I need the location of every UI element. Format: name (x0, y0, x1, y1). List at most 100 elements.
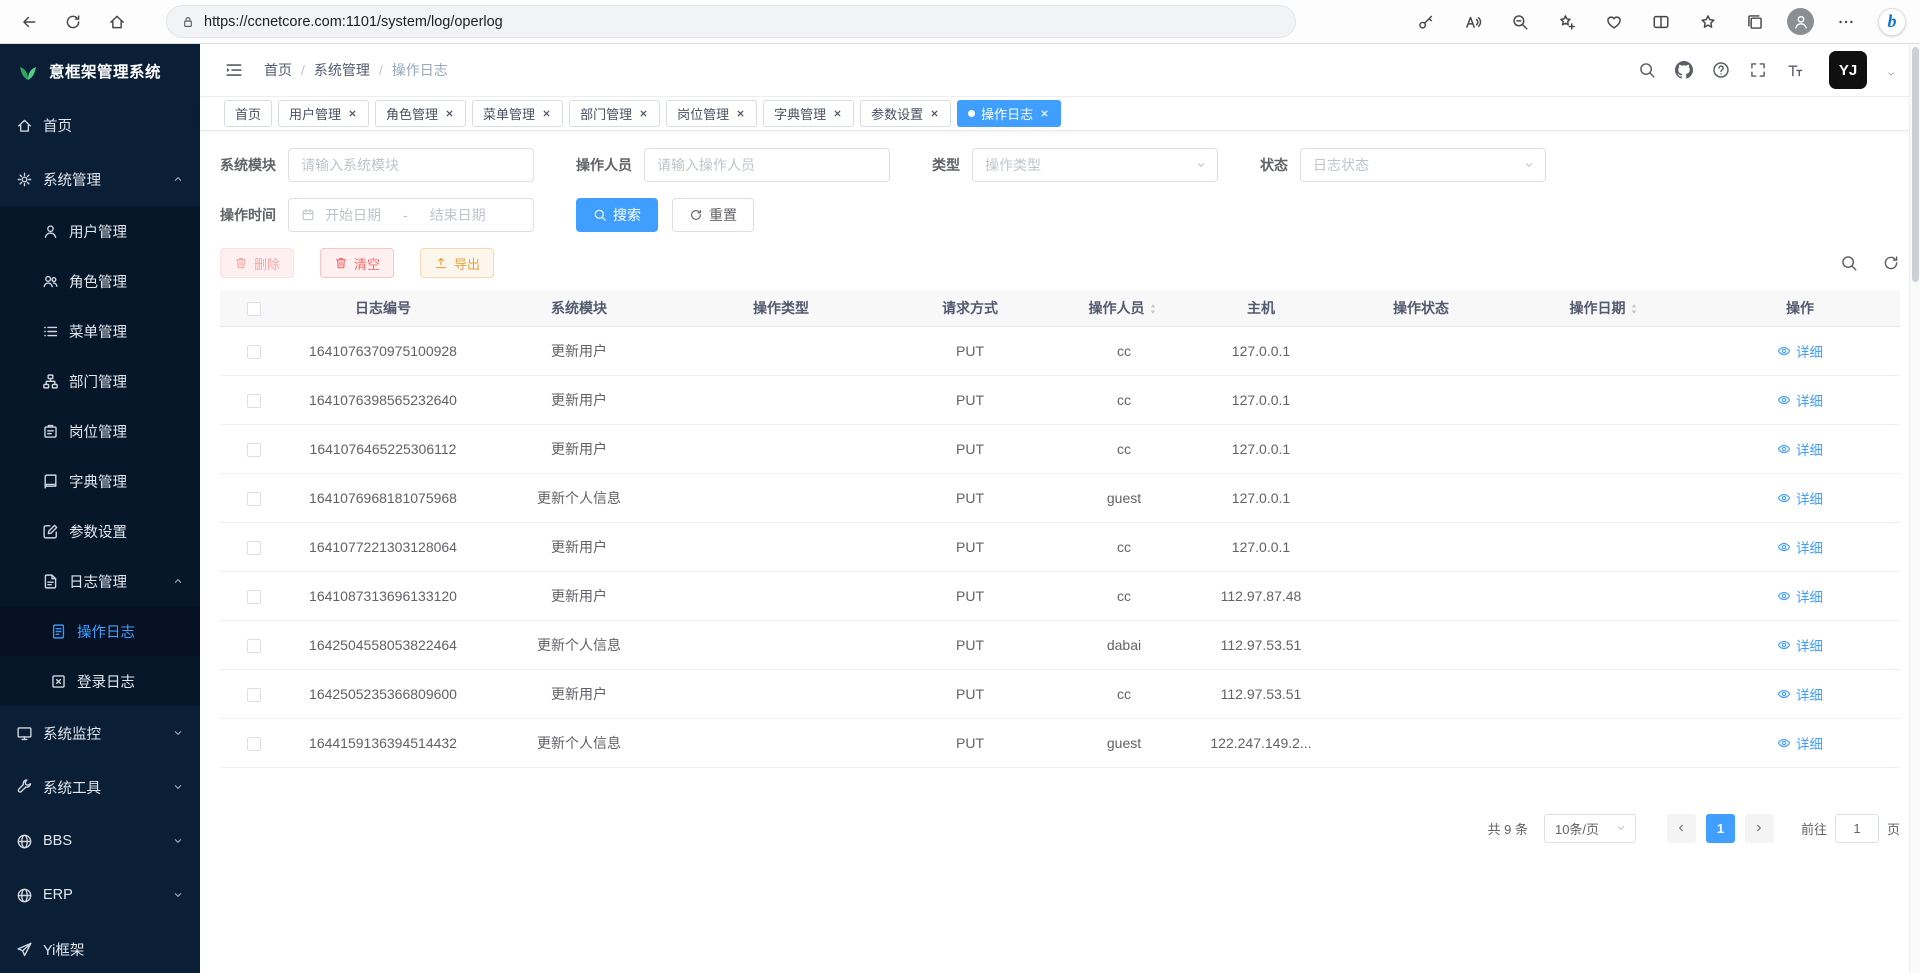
chevron-down-icon[interactable] (1886, 69, 1896, 79)
sidebar-item-home[interactable]: 首页 (0, 98, 200, 152)
scrollbar-thumb[interactable] (1912, 47, 1919, 282)
row-checkbox[interactable] (247, 737, 261, 751)
tab-post-management[interactable]: 岗位管理 (666, 100, 757, 127)
close-icon[interactable] (638, 108, 649, 119)
column-header-date[interactable]: 操作日期 (1510, 290, 1700, 326)
sidebar-item-menu-management[interactable]: 菜单管理 (0, 306, 200, 356)
sidebar-item-yi-framework[interactable]: Yi框架 (0, 922, 200, 973)
sidebar-item-role-management[interactable]: 角色管理 (0, 256, 200, 306)
sidebar-item-param-settings[interactable]: 参数设置 (0, 506, 200, 556)
tab-department-management[interactable]: 部门管理 (569, 100, 660, 127)
tab-dict-management[interactable]: 字典管理 (763, 100, 854, 127)
read-aloud-icon[interactable] (1458, 7, 1488, 37)
sidebar-item-login-log[interactable]: 登录日志 (0, 656, 200, 706)
user-avatar[interactable]: YJ (1829, 51, 1867, 89)
password-key-icon[interactable] (1411, 7, 1441, 37)
detail-link[interactable]: 详细 (1777, 390, 1823, 410)
column-header-operator[interactable]: 操作人员 (1058, 290, 1190, 326)
select-all-checkbox[interactable] (247, 302, 261, 316)
next-page-button[interactable] (1745, 814, 1774, 843)
collections-icon[interactable] (1740, 7, 1770, 37)
close-icon[interactable] (347, 108, 358, 119)
row-checkbox[interactable] (247, 688, 261, 702)
close-icon[interactable] (444, 108, 455, 119)
prev-page-button[interactable] (1667, 814, 1696, 843)
row-checkbox[interactable] (247, 590, 261, 604)
back-button[interactable] (14, 7, 44, 37)
refresh-table-button[interactable] (1882, 254, 1900, 272)
detail-link[interactable]: 详细 (1777, 586, 1823, 606)
sidebar-item-user-management[interactable]: 用户管理 (0, 206, 200, 256)
browser-essentials-icon[interactable] (1599, 7, 1629, 37)
detail-link[interactable]: 详细 (1777, 341, 1823, 361)
reset-button[interactable]: 重置 (672, 198, 754, 232)
sort-icon[interactable] (1627, 302, 1641, 316)
close-icon[interactable] (832, 108, 843, 119)
row-checkbox[interactable] (247, 492, 261, 506)
detail-link[interactable]: 详细 (1777, 537, 1823, 557)
export-button[interactable]: 导出 (420, 248, 494, 278)
reload-button[interactable] (58, 7, 88, 37)
detail-link[interactable]: 详细 (1777, 488, 1823, 508)
sidebar-item-log-management[interactable]: 日志管理 (0, 556, 200, 606)
sidebar-item-dict-management[interactable]: 字典管理 (0, 456, 200, 506)
delete-button[interactable]: 删除 (220, 248, 294, 278)
close-icon[interactable] (735, 108, 746, 119)
goto-page-input[interactable] (1835, 814, 1879, 843)
browser-home-button[interactable] (102, 7, 132, 37)
search-button[interactable]: 搜索 (576, 198, 658, 232)
row-checkbox[interactable] (247, 394, 261, 408)
operator-input[interactable] (644, 148, 890, 182)
header-search-icon[interactable] (1638, 61, 1656, 79)
tab-menu-management[interactable]: 菜单管理 (472, 100, 563, 127)
close-icon[interactable] (929, 108, 940, 119)
sidebar-item-system-monitor[interactable]: 系统监控 (0, 706, 200, 760)
tab-user-management[interactable]: 用户管理 (278, 100, 369, 127)
sidebar-item-department-management[interactable]: 部门管理 (0, 356, 200, 406)
module-input[interactable] (288, 148, 534, 182)
browser-profile-avatar[interactable] (1787, 8, 1814, 35)
breadcrumb-item[interactable]: 系统管理 (314, 60, 370, 80)
row-checkbox[interactable] (247, 639, 261, 653)
sidebar-item-bbs[interactable]: BBS (0, 814, 200, 868)
detail-link[interactable]: 详细 (1777, 635, 1823, 655)
row-checkbox[interactable] (247, 541, 261, 555)
sidebar-item-operation-log[interactable]: 操作日志 (0, 606, 200, 656)
zoom-out-icon[interactable] (1505, 7, 1535, 37)
split-screen-icon[interactable] (1646, 7, 1676, 37)
fullscreen-icon[interactable] (1749, 61, 1767, 79)
row-checkbox[interactable] (247, 443, 261, 457)
page-size-select[interactable]: 10条/页 (1544, 814, 1636, 843)
row-checkbox[interactable] (247, 345, 261, 359)
tab-home[interactable]: 首页 (224, 100, 272, 127)
address-bar[interactable]: https://ccnetcore.com:1101/system/log/op… (166, 5, 1296, 38)
collapse-sidebar-icon[interactable] (224, 60, 244, 80)
clear-button[interactable]: 清空 (320, 248, 394, 278)
sidebar-item-erp[interactable]: ERP (0, 868, 200, 922)
sidebar-item-post-management[interactable]: 岗位管理 (0, 406, 200, 456)
toggle-search-button[interactable] (1840, 254, 1858, 272)
github-icon[interactable] (1675, 61, 1693, 79)
bing-copilot-icon[interactable]: b (1878, 8, 1906, 36)
page-number-button[interactable]: 1 (1706, 814, 1735, 843)
font-size-icon[interactable] (1786, 61, 1804, 79)
browser-menu-icon[interactable] (1831, 7, 1861, 37)
help-icon[interactable] (1712, 61, 1730, 79)
sidebar-item-system-tools[interactable]: 系统工具 (0, 760, 200, 814)
page-scrollbar[interactable] (1909, 44, 1920, 973)
close-icon[interactable] (541, 108, 552, 119)
tab-operation-log[interactable]: 操作日志 (957, 100, 1061, 127)
close-icon[interactable] (1039, 108, 1050, 119)
sidebar-item-system-management[interactable]: 系统管理 (0, 152, 200, 206)
add-favorite-icon[interactable] (1552, 7, 1582, 37)
sort-icon[interactable] (1146, 302, 1160, 316)
lock-icon[interactable] (181, 15, 195, 29)
detail-link[interactable]: 详细 (1777, 733, 1823, 753)
tab-role-management[interactable]: 角色管理 (375, 100, 466, 127)
breadcrumb-item[interactable]: 首页 (264, 60, 292, 80)
status-select[interactable]: 日志状态 (1300, 148, 1546, 182)
detail-link[interactable]: 详细 (1777, 684, 1823, 704)
tab-param-settings[interactable]: 参数设置 (860, 100, 951, 127)
favorites-icon[interactable] (1693, 7, 1723, 37)
detail-link[interactable]: 详细 (1777, 439, 1823, 459)
